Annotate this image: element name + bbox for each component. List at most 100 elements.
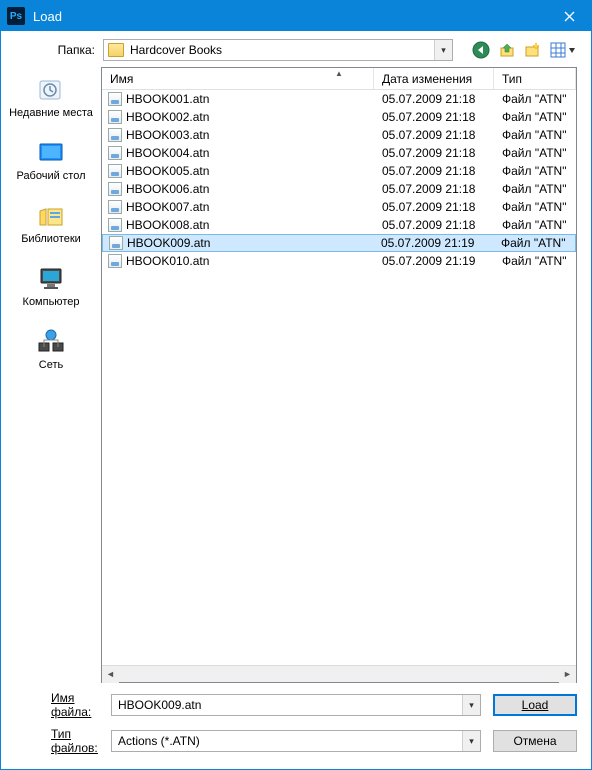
- file-icon: [108, 92, 122, 106]
- file-icon: [108, 128, 122, 142]
- close-button[interactable]: [547, 1, 591, 31]
- file-date: 05.07.2009 21:19: [374, 254, 494, 268]
- close-icon: [564, 11, 575, 22]
- file-icon: [108, 110, 122, 124]
- place-recent[interactable]: Недавние места: [7, 71, 95, 124]
- file-date: 05.07.2009 21:18: [374, 128, 494, 142]
- new-folder-button[interactable]: [523, 40, 543, 60]
- chevron-down-icon: ▾: [434, 40, 452, 60]
- file-type: Файл "ATN": [494, 218, 576, 232]
- file-date: 05.07.2009 21:18: [374, 92, 494, 106]
- place-label: Библиотеки: [21, 233, 81, 246]
- column-headers: ▲ Имя Дата изменения Тип: [102, 68, 576, 90]
- network-icon: [34, 327, 68, 357]
- window-title: Load: [33, 9, 62, 24]
- place-label: Недавние места: [9, 107, 93, 120]
- file-date: 05.07.2009 21:18: [374, 164, 494, 178]
- folder-label: Папка:: [15, 43, 95, 57]
- file-name: HBOOK001.atn: [126, 92, 209, 106]
- file-date: 05.07.2009 21:18: [374, 218, 494, 232]
- filetype-value: Actions (*.ATN): [118, 734, 200, 748]
- filetype-dropdown[interactable]: Actions (*.ATN) ▾: [111, 730, 481, 752]
- file-type: Файл "ATN": [493, 236, 575, 250]
- file-name: HBOOK003.atn: [126, 128, 209, 142]
- cancel-button[interactable]: Отмена: [493, 730, 577, 752]
- place-libraries[interactable]: Библиотеки: [7, 197, 95, 250]
- file-icon: [109, 236, 123, 250]
- file-row[interactable]: HBOOK002.atn 05.07.2009 21:18Файл "ATN": [102, 108, 576, 126]
- file-name: HBOOK010.atn: [126, 254, 209, 268]
- new-folder-icon: [525, 42, 541, 58]
- place-desktop[interactable]: Рабочий стол: [7, 134, 95, 187]
- file-row[interactable]: HBOOK008.atn 05.07.2009 21:18Файл "ATN": [102, 216, 576, 234]
- file-row[interactable]: HBOOK001.atn 05.07.2009 21:18Файл "ATN": [102, 90, 576, 108]
- folder-icon: [108, 43, 124, 57]
- scroll-right-icon[interactable]: ►: [559, 666, 576, 683]
- computer-icon: [34, 264, 68, 294]
- file-type: Файл "ATN": [494, 128, 576, 142]
- file-type: Файл "ATN": [494, 164, 576, 178]
- file-icon: [108, 182, 122, 196]
- file-type: Файл "ATN": [494, 254, 576, 268]
- place-computer[interactable]: Компьютер: [7, 260, 95, 313]
- sort-indicator-icon: ▲: [335, 69, 343, 78]
- file-row[interactable]: HBOOK004.atn 05.07.2009 21:18Файл "ATN": [102, 144, 576, 162]
- column-header-date[interactable]: Дата изменения: [374, 68, 494, 89]
- file-row[interactable]: HBOOK006.atn 05.07.2009 21:18Файл "ATN": [102, 180, 576, 198]
- file-type: Файл "ATN": [494, 110, 576, 124]
- folder-dropdown-value: Hardcover Books: [130, 43, 222, 57]
- file-type: Файл "ATN": [494, 146, 576, 160]
- view-menu-button[interactable]: [549, 40, 577, 60]
- file-date: 05.07.2009 21:18: [374, 110, 494, 124]
- back-icon: [472, 41, 490, 59]
- column-header-type[interactable]: Тип: [494, 68, 576, 89]
- file-list: ▲ Имя Дата изменения Тип HBOOK001.atn 05.…: [101, 67, 577, 683]
- file-row[interactable]: HBOOK009.atn 05.07.2009 21:19Файл "ATN": [102, 234, 576, 252]
- file-date: 05.07.2009 21:18: [374, 182, 494, 196]
- file-date: 05.07.2009 21:18: [374, 146, 494, 160]
- place-label: Сеть: [39, 359, 63, 372]
- file-type: Файл "ATN": [494, 200, 576, 214]
- file-icon: [108, 164, 122, 178]
- places-bar: Недавние места Рабочий стол Библиотеки: [1, 67, 101, 683]
- file-row[interactable]: HBOOK005.atn 05.07.2009 21:18Файл "ATN": [102, 162, 576, 180]
- file-name: HBOOK004.atn: [126, 146, 209, 160]
- filetype-label: Тип файлов:: [15, 727, 99, 755]
- file-icon: [108, 254, 122, 268]
- libraries-icon: [34, 201, 68, 231]
- back-button[interactable]: [471, 40, 491, 60]
- file-name: HBOOK008.atn: [126, 218, 209, 232]
- file-name: HBOOK005.atn: [126, 164, 209, 178]
- file-row[interactable]: HBOOK010.atn 05.07.2009 21:19Файл "ATN": [102, 252, 576, 270]
- scroll-left-icon[interactable]: ◄: [102, 666, 119, 683]
- place-network[interactable]: Сеть: [7, 323, 95, 376]
- file-name: HBOOK006.atn: [126, 182, 209, 196]
- up-one-level-button[interactable]: [497, 40, 517, 60]
- filename-label: Имя файла:: [15, 691, 99, 719]
- up-icon: [499, 42, 515, 58]
- file-icon: [108, 218, 122, 232]
- desktop-icon: [34, 138, 68, 168]
- chevron-down-icon: ▾: [462, 695, 480, 715]
- load-button[interactable]: Load: [493, 694, 577, 716]
- titlebar: Ps Load: [1, 1, 591, 31]
- folder-dropdown[interactable]: Hardcover Books ▾: [103, 39, 453, 61]
- filename-input[interactable]: HBOOK009.atn ▾: [111, 694, 481, 716]
- filename-value: HBOOK009.atn: [118, 698, 201, 712]
- file-name: HBOOK007.atn: [126, 200, 209, 214]
- app-icon: Ps: [7, 7, 25, 25]
- chevron-down-icon: ▾: [462, 731, 480, 751]
- recent-places-icon: [34, 75, 68, 105]
- place-label: Компьютер: [23, 296, 80, 309]
- file-icon: [108, 146, 122, 160]
- file-row[interactable]: HBOOK007.atn05.07.2009 21:18Файл "ATN": [102, 198, 576, 216]
- place-label: Рабочий стол: [16, 170, 85, 183]
- file-name: HBOOK009.atn: [127, 236, 210, 250]
- file-type: Файл "ATN": [494, 182, 576, 196]
- column-header-name[interactable]: Имя: [102, 68, 374, 89]
- file-type: Файл "ATN": [494, 92, 576, 106]
- file-date: 05.07.2009 21:19: [373, 236, 493, 250]
- file-name: HBOOK002.atn: [126, 110, 209, 124]
- horizontal-scrollbar[interactable]: ◄ ►: [102, 665, 576, 682]
- file-row[interactable]: HBOOK003.atn 05.07.2009 21:18Файл "ATN": [102, 126, 576, 144]
